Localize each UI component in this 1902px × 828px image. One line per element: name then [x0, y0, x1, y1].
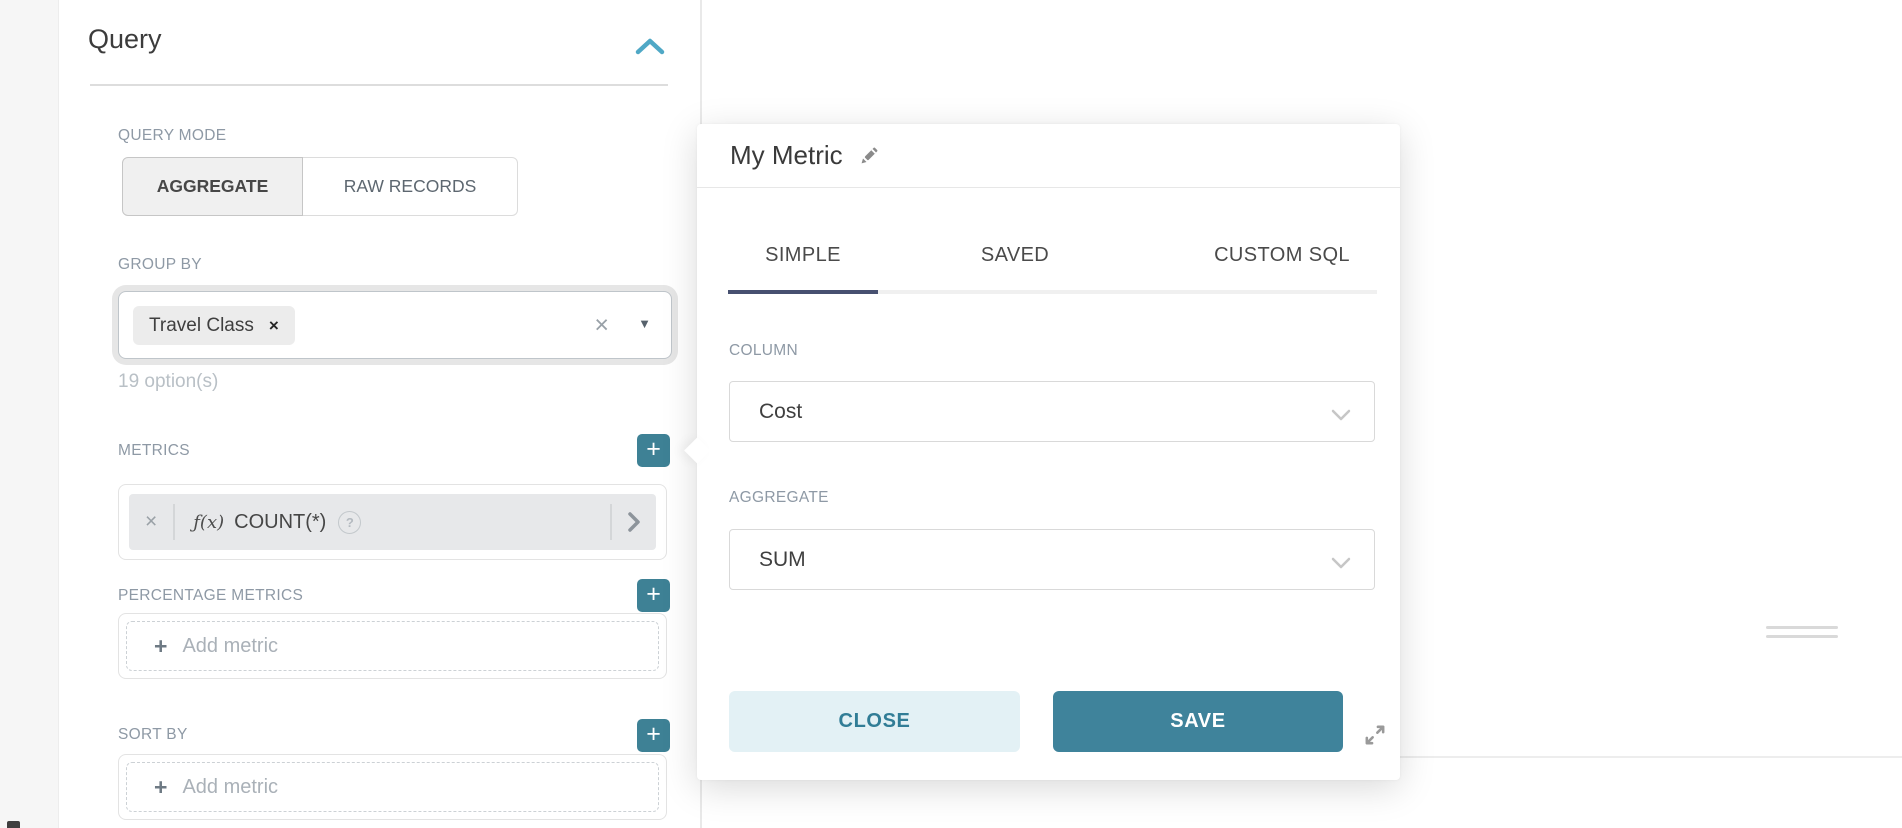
popover-arrow [684, 437, 711, 464]
sort-by-dropzone: + Add metric [118, 754, 667, 820]
remove-metric-icon[interactable]: × [129, 510, 157, 534]
column-label: COLUMN [729, 342, 798, 360]
group-by-select[interactable]: Travel Class × × ▼ [118, 291, 672, 359]
add-percentage-metric-row[interactable]: + Add metric [126, 621, 659, 671]
caret-down-icon[interactable]: ▼ [638, 316, 651, 331]
bottom-left-cutoff-element [7, 821, 20, 828]
query-mode-label: QUERY MODE [118, 127, 226, 145]
close-button[interactable]: CLOSE [729, 691, 1020, 752]
group-by-label: GROUP BY [118, 256, 202, 274]
explore-view: Query QUERY MODE AGGREGATE RAW RECORDS G… [0, 0, 1902, 828]
metrics-label: METRICS [118, 442, 190, 460]
aggregate-label: AGGREGATE [729, 489, 829, 507]
aggregate-select-value: SUM [759, 548, 806, 572]
query-mode-aggregate-button[interactable]: AGGREGATE [122, 157, 303, 216]
resize-popover-handle[interactable] [1361, 721, 1389, 749]
help-icon: ? [338, 511, 361, 534]
percentage-metrics-label: PERCENTAGE METRICS [118, 587, 303, 605]
chevron-right-icon[interactable] [626, 511, 642, 533]
chevron-down-icon [1330, 404, 1352, 428]
pill-divider [610, 504, 612, 540]
add-metric-placeholder: Add metric [182, 635, 278, 658]
metric-value: COUNT(*) [234, 511, 326, 534]
chart-area-divider [1400, 756, 1902, 758]
section-divider [90, 84, 668, 86]
chart-skeleton-lines[interactable] [1766, 626, 1838, 644]
remove-tag-icon[interactable]: × [269, 316, 279, 336]
add-metric-placeholder: Add metric [182, 776, 278, 799]
tab-saved[interactable]: SAVED [878, 227, 1152, 283]
group-by-tag-label: Travel Class [149, 315, 254, 337]
pill-divider [173, 504, 175, 540]
metric-pill[interactable]: × ƒ(x) COUNT(*) ? [129, 494, 656, 550]
plus-icon: + [154, 633, 167, 660]
aggregate-select[interactable]: SUM [729, 529, 1375, 590]
clear-select-icon[interactable]: × [594, 307, 609, 343]
add-sort-by-row[interactable]: + Add metric [126, 762, 659, 812]
percentage-metrics-dropzone: + Add metric [118, 613, 667, 679]
tab-simple[interactable]: SIMPLE [728, 227, 878, 283]
sort-by-label: SORT BY [118, 726, 188, 744]
function-icon: ƒ(x) [193, 512, 224, 533]
column-select[interactable]: Cost [729, 381, 1375, 442]
query-mode-segmented-control: AGGREGATE RAW RECORDS [122, 157, 518, 216]
column-select-value: Cost [759, 400, 802, 424]
active-tab-underline [728, 290, 878, 294]
metrics-dropzone: × ƒ(x) COUNT(*) ? [118, 484, 667, 560]
add-percentage-metric-button[interactable]: + [637, 579, 670, 612]
group-by-tag[interactable]: Travel Class × [133, 306, 295, 345]
chevron-down-icon [1330, 552, 1352, 576]
add-metric-button[interactable]: + [637, 434, 670, 467]
tab-custom-sql[interactable]: CUSTOM SQL [1152, 227, 1412, 283]
popover-header: My Metric [697, 124, 1400, 188]
skeleton-line [1766, 635, 1838, 638]
query-mode-raw-records-button[interactable]: RAW RECORDS [303, 157, 518, 216]
collapse-section-chevron-up-icon[interactable] [632, 34, 668, 60]
metric-edit-popover: My Metric SIMPLE SAVED CUSTOM SQL COLUMN… [697, 124, 1400, 780]
query-section-title: Query [88, 24, 162, 55]
group-by-options-hint: 19 option(s) [118, 371, 218, 393]
popover-title: My Metric [730, 140, 843, 171]
add-sort-by-button[interactable]: + [637, 719, 670, 752]
left-gray-rail [0, 0, 59, 828]
plus-icon: + [154, 774, 167, 801]
save-button[interactable]: SAVE [1053, 691, 1343, 752]
metric-popover-tabs: SIMPLE SAVED CUSTOM SQL [728, 227, 1412, 283]
skeleton-line [1766, 626, 1838, 629]
edit-title-pencil-icon[interactable] [857, 144, 881, 168]
